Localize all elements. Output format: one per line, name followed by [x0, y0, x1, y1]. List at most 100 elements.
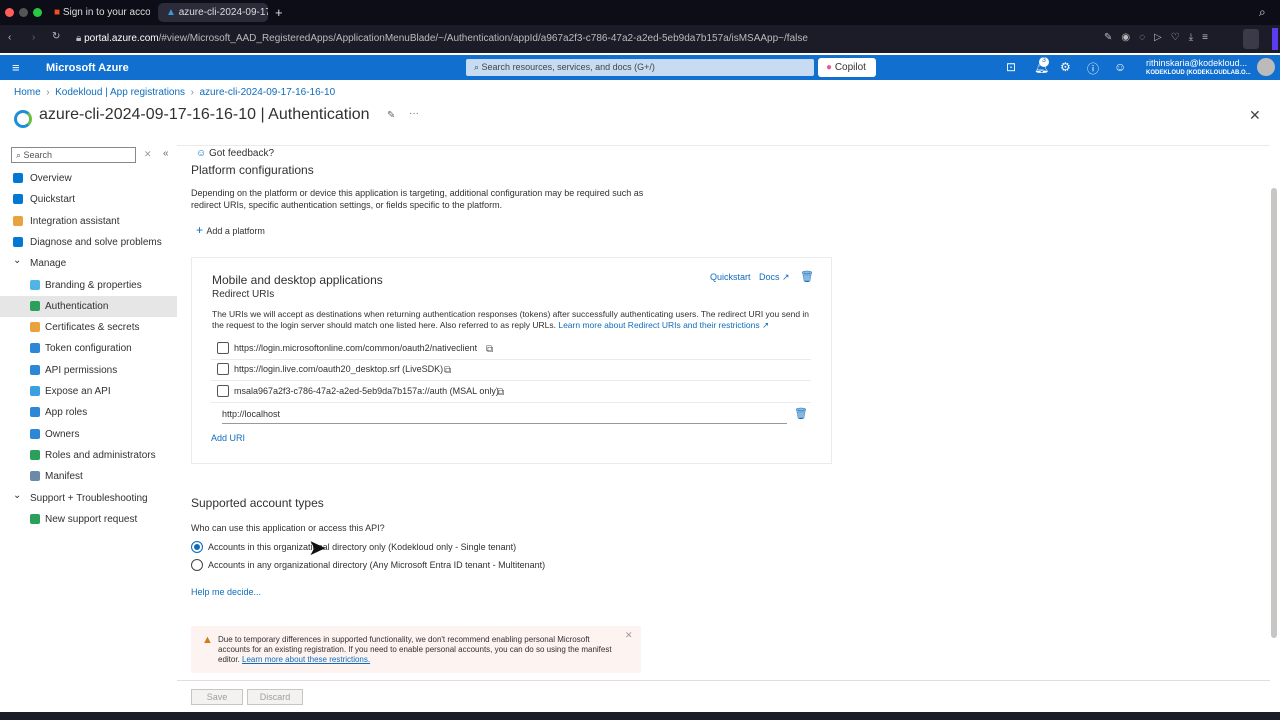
more-options-icon[interactable]: ···	[409, 108, 419, 119]
sidebar-item-manifest[interactable]: Manifest	[0, 466, 177, 487]
docs-link[interactable]: Docs ↗	[759, 272, 790, 283]
sidebar-item-new-support-request[interactable]: New support request	[0, 509, 177, 530]
uri-checkbox[interactable]	[217, 363, 229, 376]
breadcrumb-home[interactable]: Home	[14, 87, 41, 98]
sidebar-item-roles-and-administrators[interactable]: Roles and administrators	[0, 445, 177, 466]
sidebar-item-label: Manifest	[45, 471, 83, 483]
sidebar-item-icon	[30, 513, 40, 524]
uri-checkbox[interactable]	[217, 384, 229, 397]
pin-icon[interactable]: ✎	[387, 110, 395, 121]
brand-name[interactable]: Microsoft Azure	[46, 62, 129, 74]
row-divider	[211, 380, 811, 382]
sidebar-item-icon	[13, 236, 23, 247]
sidebar-indicator	[1272, 28, 1278, 50]
delete-platform-icon[interactable]: 🗑︎	[800, 270, 814, 283]
feedback-icon[interactable]: ☺	[1114, 60, 1126, 74]
tenant-name[interactable]: KODEKLOUD (KODEKLOUDLAB.O...	[1146, 70, 1251, 76]
sidebar-item-authentication[interactable]: Authentication	[0, 295, 177, 317]
forward-button[interactable]: ›	[32, 32, 35, 43]
maximize-window-icon[interactable]	[33, 8, 42, 17]
copy-icon[interactable]: ⧉	[486, 344, 493, 355]
search-tabs-icon[interactable]: ⌕	[1259, 5, 1266, 20]
sidebar-item-expose-an-api[interactable]: Expose an API	[0, 381, 177, 402]
radio-button[interactable]	[191, 541, 203, 553]
copy-icon[interactable]: ⧉	[497, 387, 504, 398]
sidebar-item-overview[interactable]: Overview	[0, 168, 177, 189]
learn-more-redirect-link[interactable]: Learn more about Redirect URIs and their…	[558, 320, 759, 330]
browser-tab-signin[interactable]: ■ Sign in to your account	[46, 3, 150, 22]
sidebar-item-support-troubleshooting[interactable]: ⌄ Support + Troubleshooting	[0, 488, 177, 509]
chevron-down-icon: ⌄	[13, 255, 22, 267]
back-button[interactable]: ‹	[8, 32, 11, 43]
copilot-button[interactable]: ● Copilot	[818, 58, 876, 77]
redirect-uri: msala967a2f3-c786-47a2-a2ed-5eb9da7b157a…	[234, 385, 499, 396]
sidebar-item-token-configuration[interactable]: Token configuration	[0, 338, 177, 359]
platform-configurations-heading: Platform configurations	[191, 163, 314, 177]
sidebar-item-icon	[30, 322, 40, 333]
redirect-uri: https://login.microsoftonline.com/common…	[234, 343, 478, 353]
restrictions-link[interactable]: Learn more about these restrictions.	[242, 655, 370, 664]
clear-search-icon[interactable]: ✕	[144, 149, 152, 160]
sidebar-search-input[interactable]: ⌕ Search	[11, 147, 136, 163]
copy-icon[interactable]: ⧉	[444, 365, 451, 376]
sidebar-item-icon	[30, 300, 40, 311]
copilot-icon: ●	[826, 62, 835, 73]
avatar[interactable]	[1257, 58, 1275, 76]
scrollbar[interactable]	[1271, 188, 1277, 638]
sidebar-item-owners[interactable]: Owners	[0, 424, 177, 445]
sidebar-item-app-roles[interactable]: App roles	[0, 402, 177, 423]
sidebar-item-label: Manage	[30, 258, 67, 270]
add-platform-button[interactable]: + Add a platform	[196, 223, 265, 237]
quickstart-link[interactable]: Quickstart	[710, 272, 751, 282]
warning-banner: ▲ Due to temporary differences in suppor…	[191, 626, 641, 673]
uri-checkbox[interactable]	[217, 342, 229, 354]
sidebar-item-icon	[13, 215, 23, 226]
global-search-input[interactable]: ⌕ Search resources, services, and docs (…	[466, 59, 814, 76]
page-title: azure-cli-2024-09-17-16-16-10 | Authenti…	[39, 106, 370, 123]
close-blade-icon[interactable]: ✕	[1249, 107, 1261, 124]
close-window-icon[interactable]	[5, 8, 14, 17]
sidebar-item-branding-properties[interactable]: Branding & properties	[0, 275, 177, 296]
custom-redirect-uri[interactable]: http://localhost	[222, 409, 280, 419]
cloud-shell-icon[interactable]: ⊡	[1006, 60, 1016, 74]
user-email[interactable]: rithinskaria@kodekloud...	[1146, 58, 1256, 68]
delete-uri-icon[interactable]: 🗑︎	[794, 407, 808, 420]
notification-badge: 3	[1039, 57, 1049, 67]
breadcrumb-app-registrations[interactable]: Kodekloud | App registrations	[55, 87, 185, 98]
sidebar-item-icon	[30, 386, 40, 396]
minimize-window-icon[interactable]	[19, 8, 28, 17]
url-field[interactable]: 🔒︎ portal.azure.com/#view/Microsoft_AAD_…	[76, 33, 808, 44]
save-button[interactable]: Save	[191, 689, 243, 705]
discard-button[interactable]: Discard	[247, 689, 303, 705]
sidebar-item-diagnose-and-solve-problems[interactable]: Diagnose and solve problems	[0, 232, 177, 253]
feedback-button[interactable]: ☺ Got feedback?	[196, 148, 274, 159]
new-tab-button[interactable]: +	[275, 5, 283, 20]
sidebar-item-icon	[30, 407, 40, 418]
radio-button[interactable]	[191, 558, 203, 571]
sidebar-item-quickstart[interactable]: Quickstart	[0, 189, 177, 210]
browser-extension-icons[interactable]: ✎◉◌▷♡⤓≡	[1104, 32, 1217, 43]
sidebar-item-label: Branding & properties	[45, 279, 142, 291]
hamburger-menu-icon[interactable]: ≡	[12, 60, 20, 75]
settings-gear-icon[interactable]: ⚙	[1060, 60, 1071, 74]
sidebar-item-label: App roles	[45, 407, 88, 419]
sidebar-item-certificates-secrets[interactable]: Certificates & secrets	[0, 317, 177, 338]
redirect-uri: https://login.live.com/oauth20_desktop.s…	[234, 364, 444, 375]
dismiss-warning-icon[interactable]: ✕	[625, 630, 633, 641]
warning-text: Due to temporary differences in supporte…	[218, 635, 612, 664]
add-uri-link[interactable]: Add URI	[211, 433, 245, 443]
sidebar-item-label: Authentication	[45, 300, 109, 312]
breadcrumb-app[interactable]: azure-cli-2024-09-17-16-16-10	[200, 87, 336, 98]
feedback-icon: ☺	[196, 148, 209, 159]
sidebar-item-api-permissions[interactable]: API permissions	[0, 360, 177, 381]
help-icon[interactable]: ⓘ	[1087, 60, 1099, 77]
sidebar-item-integration-assistant[interactable]: Integration assistant	[0, 211, 177, 232]
sidebar-item-manage[interactable]: ⌄ Manage	[0, 253, 177, 274]
breadcrumb: Home › Kodekloud | App registrations › a…	[14, 87, 336, 98]
collapse-sidebar-icon[interactable]: «	[163, 148, 169, 159]
browser-tab-azure[interactable]: ▲ azure-cli-2024-09-17-1	[158, 3, 268, 22]
profile-icon[interactable]	[1243, 29, 1259, 49]
help-me-decide-link[interactable]: Help me decide...	[191, 587, 261, 597]
sidebar-item-label: API permissions	[45, 364, 118, 376]
reload-icon[interactable]: ↻	[52, 31, 60, 42]
